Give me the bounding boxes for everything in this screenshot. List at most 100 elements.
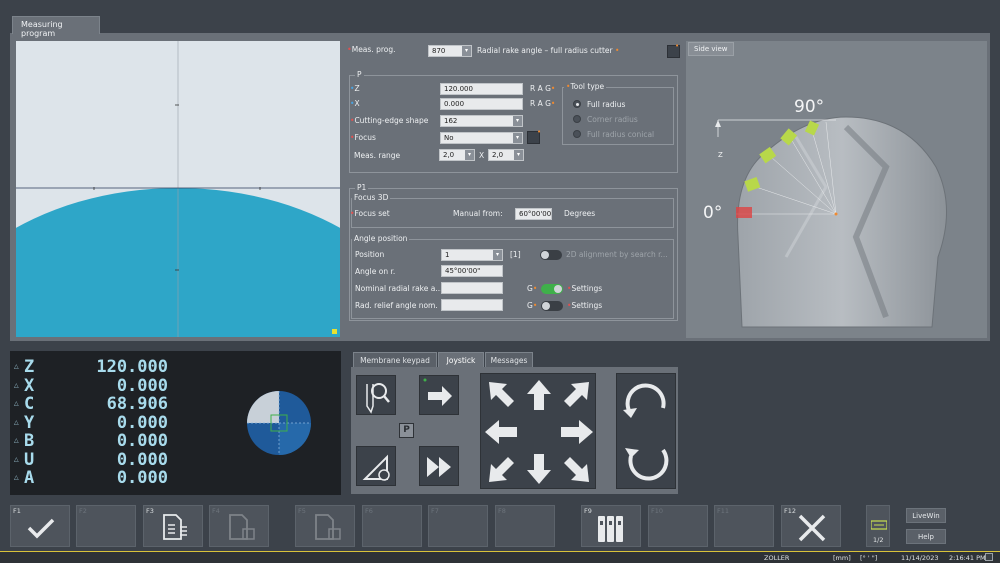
meas-prog-action-button[interactable]: • bbox=[667, 42, 680, 58]
move-right-button[interactable] bbox=[419, 375, 459, 415]
rotate-cw-icon bbox=[628, 448, 669, 481]
fkey-f4[interactable]: F4 bbox=[209, 505, 269, 547]
help-button[interactable]: Help bbox=[906, 529, 946, 544]
zoom-search-icon bbox=[366, 383, 390, 414]
rad-relief-toggle[interactable] bbox=[541, 301, 563, 311]
measure-angle-button[interactable] bbox=[356, 446, 396, 486]
fkey-f12[interactable]: F12 bbox=[781, 505, 841, 547]
focus3d-group bbox=[351, 198, 674, 228]
rag-flags-x: R A G• bbox=[530, 99, 556, 108]
preview-svg bbox=[16, 41, 340, 337]
arrow-up-left-icon bbox=[489, 382, 514, 407]
tab-messages[interactable]: Messages bbox=[485, 352, 533, 368]
dro-axis-u: U bbox=[24, 449, 35, 470]
position-label: Position bbox=[355, 250, 385, 259]
cutting-edge-select[interactable]: 162 ▾ bbox=[440, 115, 523, 127]
focus-label-wrap: •Focus bbox=[350, 133, 376, 142]
position-radar-icon bbox=[247, 391, 311, 455]
dro-row-a: △ A 0.000 bbox=[14, 469, 184, 488]
dro-axis-x: X bbox=[24, 375, 35, 396]
dro-value-b: 0.000 bbox=[116, 431, 168, 451]
focus-select[interactable]: No ▾ bbox=[440, 132, 523, 144]
fkey-f1[interactable]: F1 bbox=[10, 505, 70, 547]
fkey-f2[interactable]: F2 bbox=[76, 505, 136, 547]
nominal-label: Nominal radial rake a... bbox=[355, 284, 443, 293]
fkey-f3[interactable]: F3 bbox=[143, 505, 203, 547]
arrow-right-icon bbox=[423, 378, 452, 406]
manual-from-input[interactable]: 60°00'00 bbox=[515, 208, 552, 220]
page-switch-button[interactable]: 1/2 bbox=[866, 505, 890, 547]
status-corner-icon bbox=[985, 553, 993, 561]
angle-on-input[interactable]: 45°00'00" bbox=[441, 265, 503, 277]
nominal-input[interactable] bbox=[441, 282, 503, 294]
meas-prog-label-wrap: •Meas. prog. bbox=[347, 45, 396, 54]
tab-side-view[interactable]: Side view bbox=[688, 42, 734, 56]
fkey-f10[interactable]: F10 bbox=[648, 505, 708, 547]
cutting-edge-label-wrap: •Cutting-edge shape bbox=[350, 116, 429, 125]
fkey-f6[interactable]: F6 bbox=[362, 505, 422, 547]
settings-label-1[interactable]: •Settings bbox=[567, 284, 602, 293]
arrow-down-icon bbox=[527, 454, 551, 484]
z-input[interactable]: 120.000 bbox=[440, 83, 523, 95]
direction-pad bbox=[480, 373, 596, 489]
meas-range-a-select[interactable]: 2,0 ▾ bbox=[439, 149, 475, 161]
fast-forward-icon bbox=[427, 457, 451, 477]
meas-prog-value: 870 bbox=[432, 47, 446, 55]
meas-prog-select[interactable]: 870 ▾ bbox=[428, 45, 472, 57]
status-unit: [mm] bbox=[833, 554, 851, 562]
rad-relief-input[interactable] bbox=[441, 299, 503, 311]
tab-measuring-program[interactable]: Measuring program bbox=[12, 16, 100, 38]
arrow-up-right-icon bbox=[564, 382, 589, 407]
p-button[interactable]: P bbox=[399, 423, 414, 438]
focus-set-label: Focus set bbox=[354, 209, 390, 218]
close-icon bbox=[798, 514, 826, 542]
chevron-down-icon: ▾ bbox=[513, 116, 522, 126]
meas-prog-label: Meas. prog. bbox=[351, 45, 396, 54]
focus-label: Focus bbox=[354, 133, 376, 142]
meas-range-separator: X bbox=[479, 151, 485, 160]
dro-row-c: △ C 68.906 bbox=[14, 395, 184, 414]
dro-axis-a: A bbox=[24, 468, 35, 488]
fkey-f7[interactable]: F7 bbox=[428, 505, 488, 547]
fkey-f8[interactable]: F8 bbox=[495, 505, 555, 547]
radio-full-radius-conical[interactable] bbox=[573, 130, 581, 138]
zoom-search-button[interactable] bbox=[356, 375, 396, 415]
dro-row-x: △ X 0.000 bbox=[14, 375, 184, 396]
axis-home-icon: △ bbox=[14, 418, 19, 426]
meas-range-b-select[interactable]: 2,0 ▾ bbox=[488, 149, 524, 161]
position-select[interactable]: 1 ▾ bbox=[441, 249, 503, 261]
axis-home-icon: △ bbox=[14, 381, 19, 389]
status-angle-unit: [° ' "] bbox=[860, 554, 878, 562]
camera-preview[interactable] bbox=[16, 41, 340, 337]
tool-type-corner-radius-label: Corner radius bbox=[587, 115, 638, 124]
axis-home-icon: △ bbox=[14, 437, 19, 444]
tool-type-full-radius-conical-label: Full radius conical bbox=[587, 130, 655, 139]
fast-forward-button[interactable] bbox=[419, 446, 459, 486]
settings-label-2[interactable]: •Settings bbox=[567, 301, 602, 310]
dro-axis-c: C bbox=[24, 394, 35, 414]
dro-row-y: △ Y 0.000 bbox=[14, 413, 184, 433]
radio-full-radius[interactable] bbox=[573, 100, 581, 108]
x-input[interactable]: 0.000 bbox=[440, 98, 523, 110]
rotation-buttons[interactable] bbox=[616, 373, 676, 489]
alignment-toggle[interactable] bbox=[540, 250, 562, 260]
fkey-f11[interactable]: F11 bbox=[714, 505, 774, 547]
document-stack-icon bbox=[229, 514, 255, 540]
rotate-icons bbox=[623, 383, 669, 481]
tool-type-full-radius-label: Full radius bbox=[587, 100, 626, 109]
tab-joystick[interactable]: Joystick bbox=[438, 352, 484, 368]
fkey-f9[interactable]: F9 bbox=[581, 505, 641, 547]
z-label: Z bbox=[354, 84, 360, 93]
tab-membrane-keypad[interactable]: Membrane keypad bbox=[353, 352, 437, 368]
status-company: ZOLLER bbox=[764, 554, 790, 562]
keyboard-icon bbox=[871, 520, 887, 530]
radio-corner-radius[interactable] bbox=[573, 115, 581, 123]
arrow-down-left-icon bbox=[489, 457, 514, 482]
fkey-f5[interactable]: F5 bbox=[295, 505, 355, 547]
z-axis-label: Z bbox=[718, 151, 723, 159]
focus-action-button[interactable]: • bbox=[527, 128, 541, 144]
nominal-toggle[interactable] bbox=[541, 284, 563, 294]
rag-flags-z: R A G• bbox=[530, 84, 556, 93]
livewin-button[interactable]: LiveWin bbox=[906, 508, 946, 523]
angle-0-label: 0° bbox=[703, 203, 723, 223]
